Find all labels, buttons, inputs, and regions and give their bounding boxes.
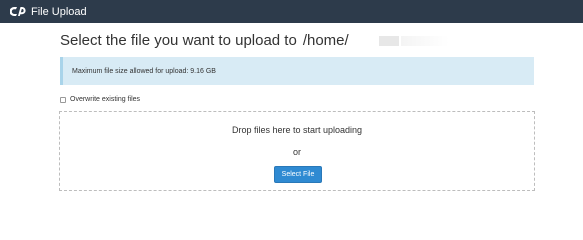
cpanel-logo-icon xyxy=(10,5,26,19)
app-title: File Upload xyxy=(31,5,87,18)
overwrite-checkbox[interactable] xyxy=(60,96,66,103)
redacted-path-tail xyxy=(400,36,449,47)
page-title-text: Select the file you want to upload to xyxy=(60,32,297,49)
drop-zone-text: Drop files here to start uploading xyxy=(231,125,363,135)
upload-path: /home/ xyxy=(302,32,349,49)
top-bar: File Upload xyxy=(0,0,583,23)
select-file-button[interactable]: Select File xyxy=(274,166,322,183)
max-size-text: Maximum file size allowed for upload: 9.… xyxy=(72,67,216,75)
file-drop-zone[interactable]: Drop files here to start uploading or Se… xyxy=(59,111,535,191)
page-title: Select the file you want to upload to/ho… xyxy=(60,32,449,49)
redacted-username xyxy=(378,36,399,47)
or-separator: or xyxy=(292,147,301,157)
overwrite-option[interactable]: Overwrite existing files xyxy=(60,96,140,103)
max-size-alert: Maximum file size allowed for upload: 9.… xyxy=(60,57,534,85)
overwrite-label: Overwrite existing files xyxy=(70,96,141,103)
